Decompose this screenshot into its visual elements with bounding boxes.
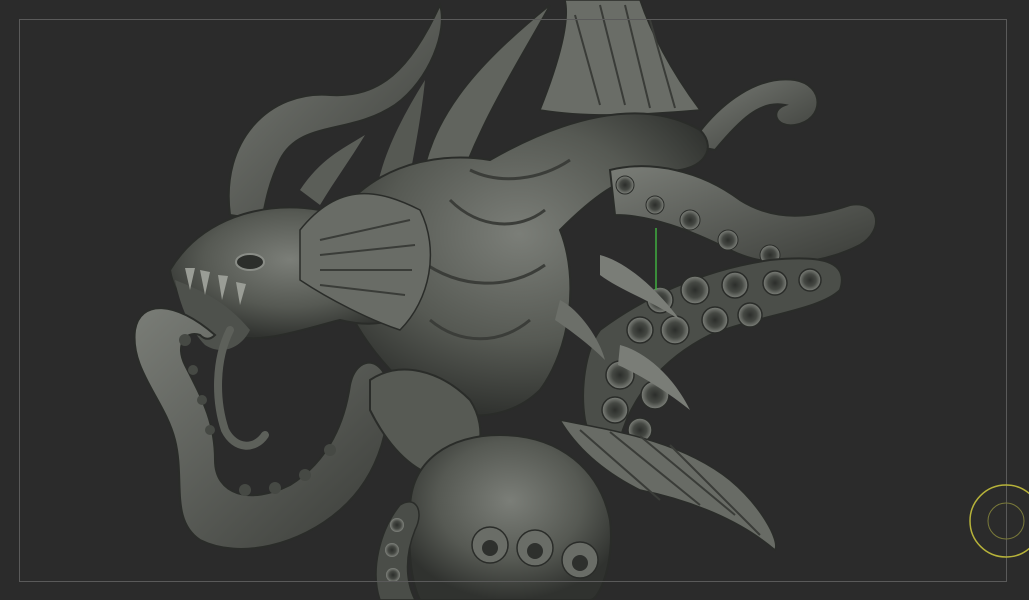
upper-right-tentacle — [608, 165, 877, 264]
top-tentacle — [688, 78, 819, 152]
navigation-ring-icon[interactable] — [968, 483, 1029, 559]
3d-viewport[interactable] — [0, 0, 1029, 600]
sculpted-model[interactable] — [0, 0, 1029, 600]
creature-eye — [235, 253, 265, 271]
left-tentacle — [133, 307, 389, 550]
tendril — [214, 326, 269, 450]
dorsal-fin — [538, 0, 702, 116]
